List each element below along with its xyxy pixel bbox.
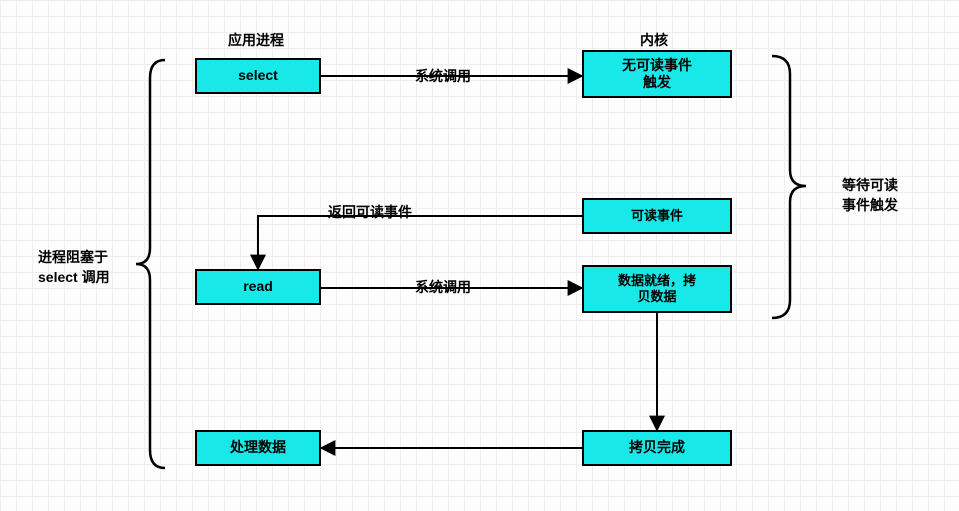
brace-right [772,56,806,318]
edge-readyevent-read [258,216,582,269]
brace-left [136,60,165,468]
diagram-connectors [0,0,959,511]
